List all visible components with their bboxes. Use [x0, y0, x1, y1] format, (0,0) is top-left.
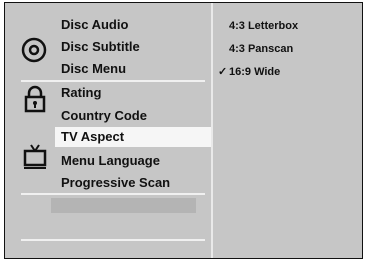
dvd-setup-menu: Disc Audio Disc Subtitle Disc Menu Ratin… [4, 2, 363, 259]
menu-item-disc-menu[interactable]: Disc Menu [61, 61, 126, 77]
group-divider [21, 193, 205, 195]
menu-item-menu-language[interactable]: Menu Language [61, 153, 160, 169]
menu-item-tv-aspect[interactable]: TV Aspect [55, 127, 211, 147]
option-16-9-wide[interactable]: 16:9 Wide [229, 65, 280, 79]
group-divider [21, 239, 205, 241]
checkmark-icon: ✓ [218, 66, 228, 78]
empty-menu-slot [51, 198, 196, 213]
menu-item-rating[interactable]: Rating [61, 85, 101, 101]
lock-icon [24, 85, 46, 113]
disc-icon [21, 37, 47, 63]
option-4-3-panscan[interactable]: 4:3 Panscan [229, 42, 293, 56]
option-4-3-letterbox[interactable]: 4:3 Letterbox [229, 19, 298, 33]
tv-icon [23, 144, 47, 169]
menu-item-disc-audio[interactable]: Disc Audio [61, 17, 128, 33]
menu-item-progressive-scan[interactable]: Progressive Scan [61, 175, 170, 191]
group-divider [21, 80, 205, 82]
menu-item-country-code[interactable]: Country Code [61, 108, 147, 124]
column-divider [211, 3, 213, 258]
menu-item-disc-subtitle[interactable]: Disc Subtitle [61, 39, 140, 55]
menu-item-label: TV Aspect [61, 129, 125, 144]
